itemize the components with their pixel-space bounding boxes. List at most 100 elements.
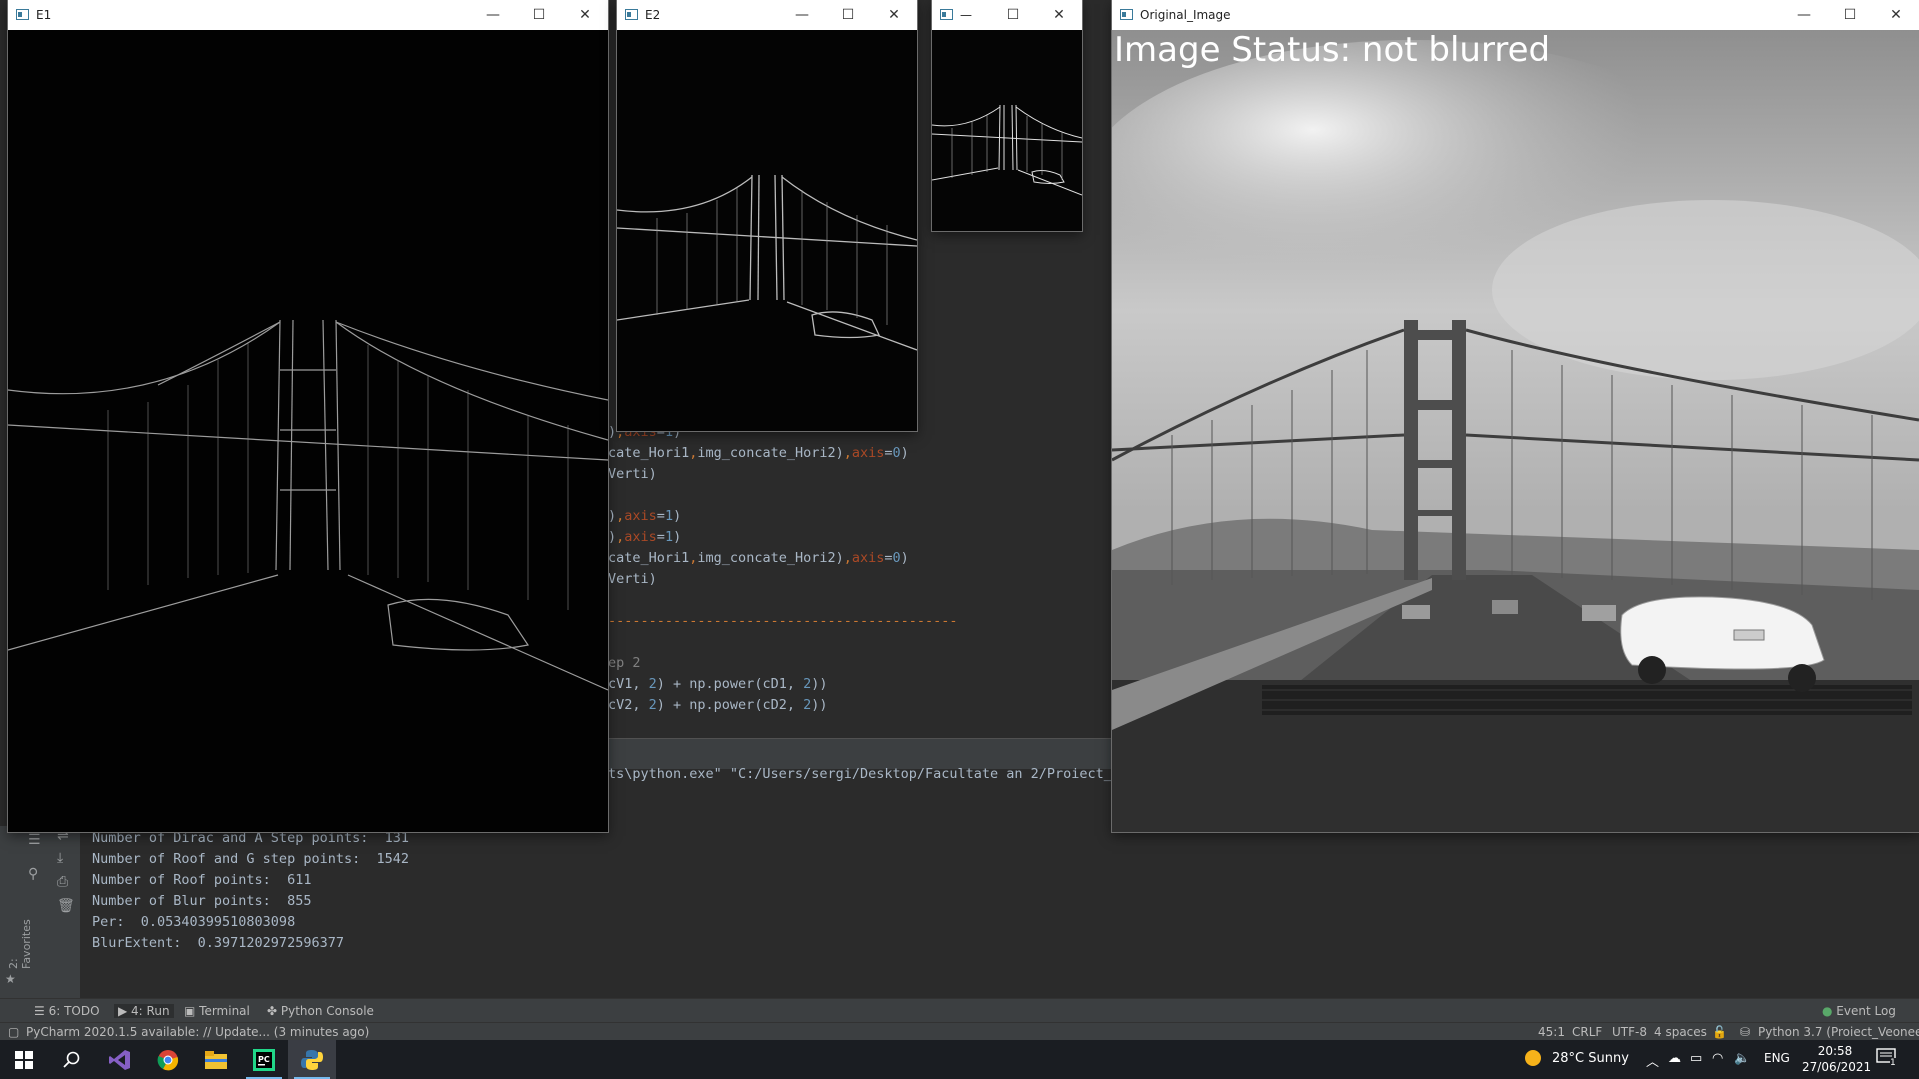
code-line[interactable]: cate_Hori1,img_concate_Hori2),axis=0) [608, 445, 909, 461]
e1-titlebar[interactable]: E1 — ☐ ✕ [8, 0, 608, 30]
windows-logo-icon [15, 1050, 33, 1069]
tab-event-log[interactable]: ● Event Log [1822, 1004, 1896, 1018]
code-token: 1 [664, 529, 674, 545]
svg-text:PC: PC [258, 1055, 270, 1064]
tab-run[interactable]: ▶ 4: Run [114, 1004, 174, 1018]
code-line[interactable]: ),axis=1) [608, 529, 681, 545]
notification-count: 1 [1890, 1058, 1896, 1068]
volume-icon[interactable]: 🔈 [1734, 1051, 1750, 1066]
code-token: ep 2 [608, 655, 641, 671]
window-small[interactable]: — — ☐ ✕ [932, 0, 1082, 231]
tab-terminal[interactable]: ▣ Terminal [184, 1004, 250, 1018]
clock-date: 27/06/2021 [1802, 1060, 1872, 1074]
code-token: ) + np.power(cD2, [656, 697, 804, 713]
code-line[interactable]: cV2, 2) + np.power(cD2, 2)) [608, 697, 828, 713]
run-panel-header [608, 738, 1112, 769]
status-layout-icon[interactable]: ▢ [8, 1025, 19, 1039]
small-titlebar[interactable]: — — ☐ ✕ [932, 0, 1082, 30]
maximize-icon[interactable]: ☐ [516, 0, 562, 30]
search-icon[interactable] [48, 1040, 96, 1079]
visual-studio-icon[interactable] [96, 1040, 144, 1079]
minimize-icon[interactable]: — [470, 0, 516, 30]
clock[interactable]: 20:58 27/06/2021 [1802, 1043, 1872, 1075]
code-line[interactable]: cV1, 2) + np.power(cD1, 2)) [608, 676, 828, 692]
code-line[interactable]: ----------------------------------------… [608, 613, 958, 629]
code-token: Verti) [608, 571, 657, 587]
python-interpreter[interactable]: Python 3.7 (Proiect_Veoneer) [1758, 1025, 1919, 1039]
list-icon: ☰ [34, 1004, 49, 1018]
caret-position[interactable]: 45:1 [1538, 1025, 1565, 1039]
close-icon[interactable]: ✕ [871, 0, 917, 30]
wifi-icon[interactable]: ◠ [1712, 1051, 1723, 1066]
status-bar: ▢ PyCharm 2020.1.5 available: // Update.… [0, 1022, 1919, 1041]
file-encoding[interactable]: UTF-8 [1612, 1025, 1647, 1039]
code-token: ) [608, 529, 617, 545]
code-token: ----------------------------------------… [608, 613, 958, 629]
chrome-icon[interactable] [144, 1040, 192, 1079]
code-token: 0 [892, 550, 901, 566]
notification-center-icon[interactable]: 1 [1876, 1048, 1900, 1070]
original-titlebar[interactable]: Original_Image — ☐ ✕ [1112, 0, 1919, 30]
tab-todo[interactable]: ☰ 6: TODO [34, 1004, 100, 1018]
code-token: ) [608, 508, 617, 524]
code-line[interactable]: Verti) [608, 571, 657, 587]
edge-bridge-image [617, 30, 917, 431]
trash-icon[interactable]: 🗑 [57, 898, 75, 914]
layout-icon[interactable]: ☰ [28, 832, 41, 848]
edge-bridge-image [932, 30, 1082, 231]
original-photo: Image Status: not blurred [1112, 30, 1919, 832]
windows-taskbar: PC 28°C Sunny ︿ ☁ ▭ ◠ 🔈 ENG 20:58 27/06/… [0, 1040, 1919, 1079]
window-e1[interactable]: E1 — ☐ ✕ [8, 0, 608, 832]
line-separator[interactable]: CRLF [1572, 1025, 1602, 1039]
print-icon[interactable]: ⎙ [57, 874, 68, 890]
code-line[interactable]: ),axis=1) [608, 508, 681, 524]
maximize-icon[interactable]: ☐ [990, 0, 1036, 30]
console-line: Number of Dirac and A Step points: 131 [92, 830, 409, 846]
pycharm-icon[interactable]: PC [240, 1040, 288, 1079]
close-icon[interactable]: ✕ [1873, 0, 1919, 30]
update-notice[interactable]: PyCharm 2020.1.5 available: // Update...… [26, 1025, 369, 1039]
start-button[interactable] [0, 1040, 48, 1079]
weather-sun-icon[interactable] [1524, 1049, 1542, 1071]
code-token: img_concate_Hori2) [697, 445, 844, 461]
battery-icon[interactable]: ▭ [1690, 1051, 1702, 1066]
maximize-icon[interactable]: ☐ [825, 0, 871, 30]
code-token: = [884, 550, 893, 566]
minimize-icon[interactable]: — [779, 0, 825, 30]
console-line: Number of Blur points: 855 [92, 893, 312, 909]
edge-image-small [932, 30, 1082, 231]
python-app-icon[interactable] [288, 1040, 336, 1079]
code-line[interactable]: cate_Hori1,img_concate_Hori2),axis=0) [608, 550, 909, 566]
console-line: BlurExtent: 0.3971202972596377 [92, 935, 344, 951]
chevron-up-icon[interactable]: ︿ [1646, 1051, 1659, 1070]
scroll-to-end-icon[interactable]: ⤓ [57, 850, 63, 866]
weather-text[interactable]: 28°C Sunny [1552, 1051, 1629, 1066]
pin-icon[interactable]: ⚲ [28, 866, 38, 882]
window-title: Original_Image [1140, 8, 1231, 22]
code-token: cate_Hori1 [608, 445, 690, 461]
minimize-icon[interactable]: — [1781, 0, 1827, 30]
e2-titlebar[interactable]: E2 — ☐ ✕ [617, 0, 917, 30]
window-app-icon [16, 9, 29, 20]
code-token: cV1, [608, 676, 649, 692]
favorites-tab[interactable]: 2: Favorites [7, 909, 33, 969]
code-token: axis [624, 508, 657, 524]
window-e2[interactable]: E2 — ☐ ✕ [617, 0, 917, 431]
run-toolbar: ☰ ⚲ ⇌ ⤓ ⎙ 🗑 2: Favorites ★ [0, 826, 80, 998]
code-token: cate_Hori1 [608, 550, 690, 566]
code-token: cV2, [608, 697, 649, 713]
window-original-image[interactable]: Original_Image — ☐ ✕ Image Status: not b… [1112, 0, 1919, 832]
maximize-icon[interactable]: ☐ [1827, 0, 1873, 30]
indent-setting[interactable]: 4 spaces [1654, 1025, 1707, 1039]
file-explorer-icon[interactable] [192, 1040, 240, 1079]
close-icon[interactable]: ✕ [1036, 0, 1082, 30]
lock-icon[interactable]: 🔓 [1712, 1025, 1727, 1039]
code-line[interactable]: Verti) [608, 466, 657, 482]
code-token: = [884, 445, 893, 461]
cloud-icon[interactable]: ☁ [1668, 1051, 1681, 1066]
close-icon[interactable]: ✕ [562, 0, 608, 30]
code-line[interactable]: ep 2 [608, 655, 641, 671]
tab-python-console[interactable]: ✤ Python Console [267, 1004, 374, 1018]
language-indicator[interactable]: ENG [1764, 1051, 1790, 1065]
code-token: ) [900, 445, 909, 461]
